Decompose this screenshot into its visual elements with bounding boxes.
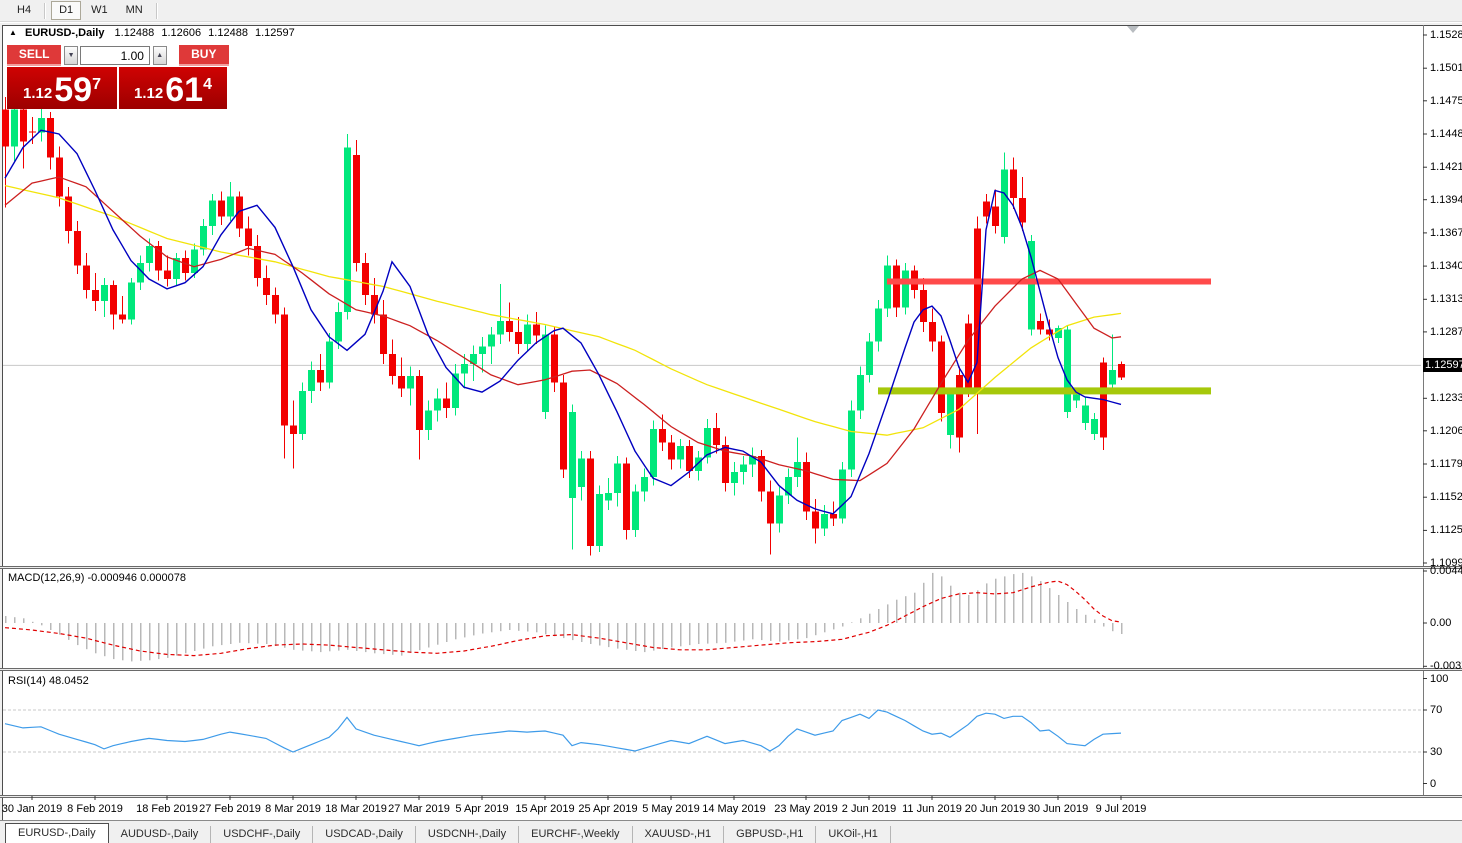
toolbar-separator [44,3,46,19]
macd-pane-surface[interactable] [3,569,1423,668]
tab-eurchf-weekly[interactable]: EURCHF-,Weekly [519,826,632,843]
time-axis[interactable] [3,798,1462,821]
tab-usdcad-daily[interactable]: USDCAD-,Daily [313,826,416,843]
tab-xauusd-h1[interactable]: XAUUSD-,H1 [633,826,725,843]
tab-ukoil-h1[interactable]: UKOil-,H1 [816,826,891,843]
rsi-pane-surface[interactable] [3,671,1423,795]
toolbar-separator [156,3,158,19]
tab-usdchf-daily[interactable]: USDCHF-,Daily [211,826,313,843]
timeframe-toolbar: H4 D1W1MN [0,0,1462,22]
tab-usdcnh-daily[interactable]: USDCNH-,Daily [416,826,519,843]
main-chart-surface[interactable] [3,26,1423,566]
timeframe-button-d1[interactable]: D1 [51,1,81,20]
price-axis[interactable] [1424,26,1462,795]
timeframe-button-w1[interactable]: W1 [83,1,116,20]
symbol-tab-bar: EURUSD-,DailyAUDUSD-,DailyUSDCHF-,DailyU… [0,820,1462,843]
timeframe-button-h4[interactable]: H4 [9,1,39,20]
timeframe-button-mn[interactable]: MN [118,1,151,20]
tab-audusd-daily[interactable]: AUDUSD-,Daily [109,826,212,843]
tab-eurusd-daily[interactable]: EURUSD-,Daily [5,823,109,843]
timeframe-buttons: H4 D1W1MN [8,1,162,20]
tab-gbpusd-h1[interactable]: GBPUSD-,H1 [724,826,816,843]
